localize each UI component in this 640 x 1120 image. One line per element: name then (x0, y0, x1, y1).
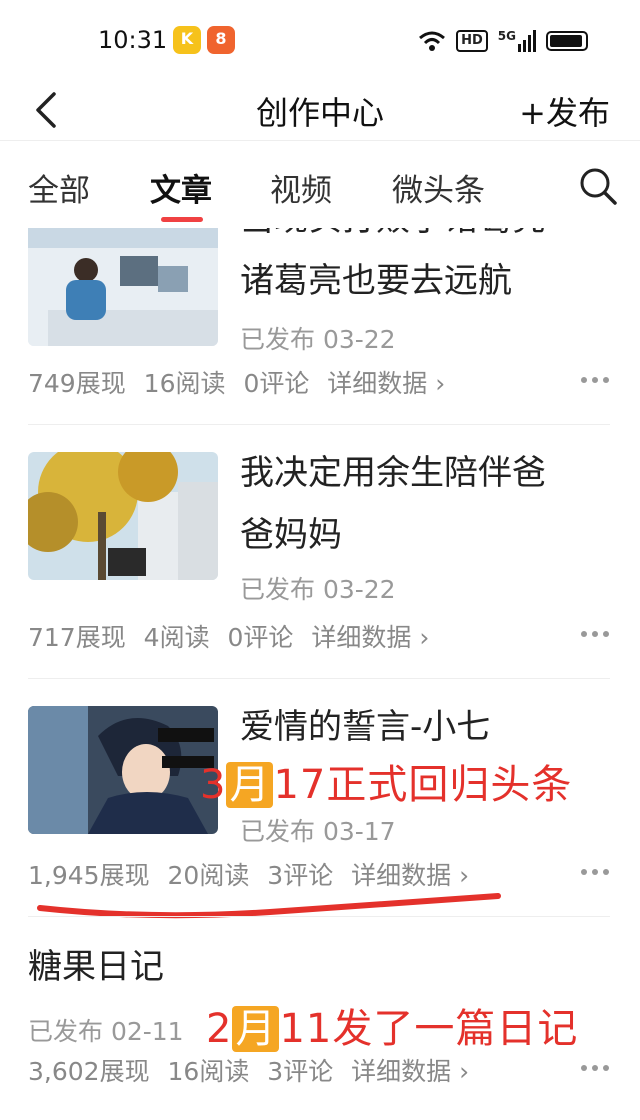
red-underline-mark (37, 893, 501, 919)
view-count: 1,945展现 (28, 861, 150, 890)
active-tab-indicator (161, 217, 203, 222)
system-icons: HD 5G (418, 28, 588, 54)
view-count: 3,602展现 (28, 1057, 150, 1086)
battery-icon (546, 31, 588, 51)
view-count: 749展现 (28, 369, 126, 398)
tab-videos[interactable]: 视频 (270, 165, 332, 210)
more-options-icon[interactable] (580, 1064, 610, 1072)
detail-data-link[interactable]: 详细数据 › (311, 623, 429, 652)
divider (28, 916, 610, 917)
divider (28, 424, 610, 425)
article-title: 当现实打败了诸葛亮 诸葛亮也要去远航 (240, 228, 546, 301)
article-thumbnail (28, 228, 218, 346)
handwritten-annotation: 2月11发了一篇日记 (206, 1006, 579, 1052)
tab-micro-headlines[interactable]: 微头条 (392, 165, 485, 210)
wifi-icon (419, 31, 446, 51)
article-stats: 749展现 16阅读 0评论 详细数据 › (28, 364, 455, 400)
more-options-icon[interactable] (580, 630, 610, 638)
comment-count: 3评论 (267, 861, 334, 890)
app-notification-icon: 8 (207, 26, 235, 54)
article-list: 当现实打败了诸葛亮 诸葛亮也要去远航 已发布 03-22 749展现 16阅读 … (0, 228, 640, 1120)
app-header: 创作中心 +发布 (0, 80, 640, 140)
view-count: 717展现 (28, 623, 126, 652)
article-stats: 3,602展现 16阅读 3评论 详细数据 › (28, 1052, 479, 1088)
tab-overflow-fade (530, 165, 570, 205)
article-status: 已发布 03-22 (240, 325, 396, 354)
status-time: 10:31 (98, 26, 168, 54)
article-thumbnail (28, 452, 218, 580)
article-stats: 717展现 4阅读 0评论 详细数据 › (28, 618, 439, 654)
article-thumbnail (28, 706, 218, 834)
detail-data-link[interactable]: 详细数据 › (351, 861, 469, 890)
hd-indicator: HD (456, 30, 488, 52)
read-count: 16阅读 (167, 1057, 250, 1086)
status-bar: 10:31 K 8 HD 5G (0, 0, 640, 80)
article-status: 已发布 03-17 (240, 817, 396, 846)
publish-button[interactable]: +发布 (519, 88, 610, 134)
more-options-icon[interactable] (580, 376, 610, 384)
content-tabs: 全部 文章 视频 微头条 (0, 140, 640, 228)
kuaishou-app-icon: K (173, 26, 201, 54)
divider (28, 678, 610, 679)
comment-count: 0评论 (243, 369, 310, 398)
article-title: 我决定用余生陪伴爸 爸妈妈 (240, 453, 546, 555)
read-count: 16阅读 (143, 369, 226, 398)
detail-data-link[interactable]: 详细数据 › (351, 1057, 469, 1086)
article-status: 已发布 03-22 (240, 575, 396, 604)
search-icon[interactable] (578, 166, 618, 206)
article-status: 已发布 02-11 (28, 1017, 184, 1046)
handwritten-annotation: 3月17正式回归头条 (200, 762, 573, 808)
article-stats: 1,945展现 20阅读 3评论 详细数据 › (28, 856, 479, 892)
tab-articles[interactable]: 文章 (150, 165, 212, 210)
read-count: 4阅读 (143, 623, 210, 652)
tab-all[interactable]: 全部 (28, 165, 90, 210)
more-options-icon[interactable] (580, 868, 610, 876)
read-count: 20阅读 (167, 861, 250, 890)
detail-data-link[interactable]: 详细数据 › (327, 369, 445, 398)
article-title: 爱情的誓言-小七 (240, 707, 491, 747)
signal-5g-icon: 5G (498, 30, 536, 52)
comment-count: 3评论 (267, 1057, 334, 1086)
article-title: 糖果日记 (28, 947, 164, 987)
comment-count: 0评论 (227, 623, 294, 652)
list-item[interactable]: 我决定用余生陪伴爸 爸妈妈 已发布 03-22 (0, 442, 640, 612)
